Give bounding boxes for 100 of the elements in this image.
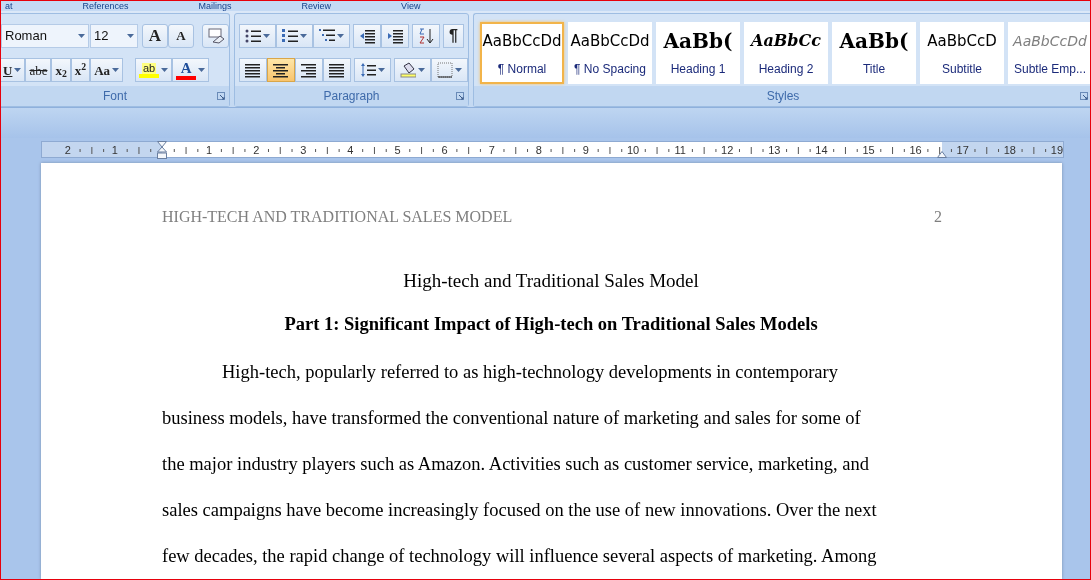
ruler-number: 12: [721, 143, 734, 158]
ruler-number: 8: [535, 143, 542, 158]
show-marks-button[interactable]: ¶: [443, 24, 464, 48]
increase-indent-icon: [387, 28, 403, 44]
dropdown-caret-icon: [455, 68, 462, 72]
subscript-button[interactable]: x$_{2}$: [51, 58, 71, 82]
ruler-number: 2: [64, 143, 71, 158]
ruler-number: 2: [253, 143, 260, 158]
page-header: HIGH-TECH AND TRADITIONAL SALES MODEL: [162, 206, 513, 227]
menu-tab[interactable]: Review: [301, 1, 332, 11]
dropdown-caret-icon: [78, 34, 85, 38]
decrease-indent-icon: [359, 28, 375, 44]
ruler-number: 10: [626, 143, 640, 158]
style-tile[interactable]: AaBbCc Heading 2: [744, 22, 828, 84]
paint-bucket-icon: [400, 62, 416, 78]
style-tile[interactable]: AaBb( Title: [832, 22, 916, 84]
borders-button[interactable]: [431, 58, 468, 82]
section-heading: Part 1: Significant Impact of High-tech on Traditional Sales Models: [284, 314, 818, 335]
sort-button[interactable]: [412, 24, 440, 48]
multilevel-list-button[interactable]: [313, 24, 350, 48]
align-center-button[interactable]: [267, 58, 295, 82]
group-label: Font: [103, 88, 127, 105]
multilevel-list-icon: [319, 28, 335, 44]
ruler-number: 4: [347, 143, 354, 158]
line-spacing-button[interactable]: [354, 58, 391, 82]
group-label: Styles: [766, 88, 800, 105]
menu-tab[interactable]: Mailings: [198, 1, 232, 11]
dropdown-caret-icon: [112, 68, 120, 72]
bullets-button[interactable]: [239, 24, 276, 48]
dialog-launcher-icon[interactable]: [1080, 92, 1088, 100]
bullets-icon: [245, 28, 261, 44]
justify-button[interactable]: [323, 58, 351, 82]
align-center-icon: [273, 62, 289, 78]
eraser-icon: [206, 28, 225, 44]
style-tile[interactable]: AaBbCcDd ¶ Normal: [480, 22, 564, 84]
color-bar-icon: [139, 73, 160, 78]
ruler-number: 15: [862, 143, 875, 158]
highlight-button[interactable]: ab: [135, 58, 173, 82]
style-tile[interactable]: AaBb( Heading 1: [656, 22, 740, 84]
ruler-number: 7: [488, 143, 495, 158]
menu-tab[interactable]: at: [5, 1, 13, 11]
borders-icon: [437, 62, 453, 78]
numbered-list-icon: [282, 28, 298, 44]
document-title: High-tech and Traditional Sales Model: [403, 269, 699, 291]
dialog-launcher-icon[interactable]: [456, 92, 464, 100]
superscript-button[interactable]: x$^{2}$: [70, 58, 91, 82]
paint-bucket-button[interactable]: [394, 58, 431, 82]
numbered-list-button[interactable]: [276, 24, 313, 48]
change-case-button[interactable]: Aa: [90, 58, 124, 82]
ruler-number: 14: [815, 143, 828, 158]
dropdown-caret-icon: [378, 68, 385, 72]
ruler[interactable]: 2 1 1 2 3 4 5 6 7 8 9 10 11 12 13 14 15 16 17 18 19: [41, 141, 1064, 158]
color-bar-icon: [176, 75, 197, 80]
dropdown-caret-icon: [127, 34, 134, 38]
dropdown-caret-icon: [198, 68, 206, 72]
ruler-number: 6: [441, 143, 448, 158]
indent-marker-icon: [157, 141, 167, 160]
ruler-number: 13: [768, 143, 781, 158]
ruler-number: 9: [582, 143, 589, 158]
ruler-number: 18: [1003, 143, 1016, 158]
increase-indent-button[interactable]: [381, 24, 409, 48]
dropdown-caret-icon: [161, 68, 169, 72]
dropdown-caret-icon: [14, 68, 22, 72]
justify-icon: [329, 62, 345, 78]
right-indent-marker-icon: [937, 151, 947, 159]
ruler-number: 19: [1050, 143, 1063, 158]
dialog-launcher-icon[interactable]: [217, 92, 225, 100]
ruler-number: 3: [300, 143, 307, 158]
dropdown-caret-icon: [418, 68, 425, 72]
ruler-number: 17: [956, 143, 969, 158]
clear-formatting-button[interactable]: [202, 24, 229, 48]
style-tile[interactable]: AaBbCcD Subtitle: [920, 22, 1004, 84]
font-name-field[interactable]: Roman: [1, 24, 89, 48]
ruler-number: 11: [674, 143, 686, 158]
align-left-icon: [245, 62, 261, 78]
menu-tab[interactable]: References: [82, 1, 129, 11]
group-label: Paragraph: [323, 88, 380, 105]
font-size-field[interactable]: 12: [90, 24, 138, 48]
align-right-button[interactable]: [295, 58, 323, 82]
align-right-icon: [301, 62, 317, 78]
dropdown-caret-icon: [263, 34, 270, 38]
page-number: 2: [934, 206, 942, 227]
line-spacing-icon: [360, 62, 376, 78]
decrease-indent-button[interactable]: [353, 24, 381, 48]
style-tile[interactable]: AaBbCcDd ¶ No Spacing: [568, 22, 652, 84]
dropdown-caret-icon: [337, 34, 344, 38]
ruler-number: 1: [111, 143, 118, 158]
underline-button[interactable]: U: [1, 58, 26, 82]
strikethrough-button[interactable]: abe: [25, 58, 52, 82]
ruler-number: 16: [909, 143, 922, 158]
ruler-number: 5: [394, 143, 401, 158]
grow-font-button[interactable]: A: [142, 24, 168, 48]
menu-tab[interactable]: View: [401, 1, 421, 11]
align-left-button[interactable]: [239, 58, 267, 82]
style-tile[interactable]: AaBbCcDd Subtle Emp...: [1008, 22, 1090, 84]
sort-icon: [418, 28, 434, 44]
ruler-number: 1: [206, 143, 213, 158]
font-color-button[interactable]: A: [172, 58, 210, 82]
body-paragraph: High-tech, popularly referred to as high-technology developments in contemporary business models, have transformed the conventional nature of marketing and sales for some of the major industry players such as Amazon. Activities such as customer service, marketing, and sales campaigns have become increasingly focused on the use of new innovations. Over the next few decades, the rapid change of technology will influence several aspects of marketing. Among: [162, 361, 878, 568]
shrink-font-button[interactable]: A: [168, 24, 194, 48]
